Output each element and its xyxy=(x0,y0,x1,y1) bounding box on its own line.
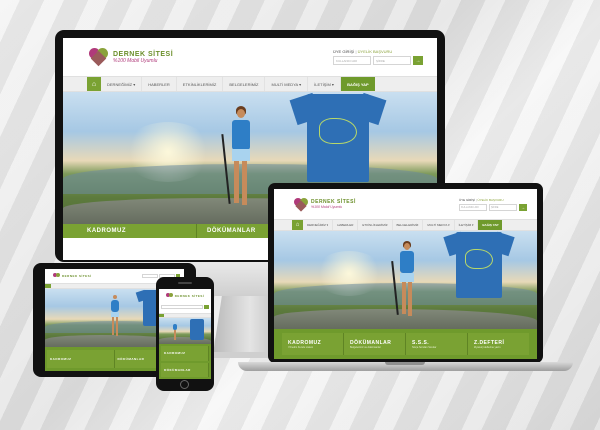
menu-toggle[interactable] xyxy=(164,314,211,317)
box-sss[interactable]: S.S.S. Sıkça Sorulan Sorular xyxy=(406,333,468,355)
tshirt-product xyxy=(443,231,515,299)
heart-logo-icon xyxy=(165,293,173,299)
nav-items[interactable] xyxy=(51,284,170,288)
box-zdefteri[interactable]: Z.DEFTERİ Ziyaretçi defterine yazın xyxy=(468,333,529,355)
login-row xyxy=(159,303,211,313)
login-links: ÜYE GİRİŞİ | ÜYELİK BAŞVURU xyxy=(459,198,531,202)
nav-item-iletisim[interactable]: İLETİŞİM ▾ xyxy=(308,77,341,91)
tshirt-product xyxy=(187,318,207,340)
feature-boxes: KADROMUZ Yönetim Kurulu Listesi DÖKÜMANL… xyxy=(274,329,537,359)
site-logo[interactable]: DERNEK SİTESİ %100 Mobil Uyumlu xyxy=(294,197,356,212)
box-dokumanlar[interactable]: DÖKÜMANLAR Belgelerimiz ve dokümanlar xyxy=(344,333,406,355)
home-icon[interactable]: ⌂ xyxy=(292,220,303,230)
login-separator: | xyxy=(355,49,357,54)
login-submit-button[interactable]: → xyxy=(519,203,527,211)
main-nav: ⌂ DERNEĞİMİZ ▾ HABERLER ETKİNLİKLERİMİZ … xyxy=(63,76,437,92)
username-input[interactable] xyxy=(142,274,158,278)
nav-item-haberler[interactable]: HABERLER xyxy=(333,220,359,230)
nav-item-haberler[interactable]: HABERLER xyxy=(142,77,177,91)
phone-home-button[interactable] xyxy=(180,380,189,389)
login-row: KULLANICI ADI ŞİFRE → xyxy=(333,56,431,65)
site-header: DERNEK SİTESİ %100 Mobil Uyumlu ÜYE GİRİ… xyxy=(63,38,437,76)
site-logo[interactable]: DERNEK SİTESİ %100 Mobil Uyumlu xyxy=(89,48,174,67)
laptop-notch xyxy=(385,362,425,365)
login-submit-button[interactable]: → xyxy=(413,56,423,65)
box-title: DÖKÜMANLAR xyxy=(164,367,191,372)
box-kadromuz[interactable]: KADROMUZ xyxy=(63,224,197,238)
hiker-figure xyxy=(171,322,179,342)
tshirt-product xyxy=(289,92,387,182)
hiker-figure xyxy=(221,106,261,224)
login-box: ÜYE GİRİŞİ | ÜYELİK BAŞVURU KULLANICI AD… xyxy=(459,198,531,211)
donate-button[interactable]: BAĞIŞ YAP xyxy=(340,77,375,91)
site-logo[interactable]: DERNEK SİTESİ xyxy=(53,273,92,279)
nav-item-multimedya[interactable]: MULTİ MEDYA ▾ xyxy=(265,77,309,91)
box-subtitle: Ziyaretçi defterine yazın xyxy=(474,345,501,349)
login-link[interactable]: ÜYE GİRİŞİ xyxy=(459,198,475,202)
logo-name: DERNEK SİTESİ xyxy=(113,50,174,58)
hiker-figure xyxy=(391,241,422,329)
logo-tagline: %100 Mobil Uyumlu xyxy=(311,205,343,209)
heart-logo-icon xyxy=(89,48,109,67)
main-nav: ⌂ DERNEĞİMİZ ▾ HABERLER ETKİNLİKLERİMİZ … xyxy=(274,219,537,231)
box-subtitle: Yönetim Kurulu Listesi xyxy=(288,345,313,349)
nav-item-etkinlikler[interactable]: ETKİNLİKLERİMİZ xyxy=(177,77,224,91)
logo-name: DERNEK SİTESİ xyxy=(62,274,92,278)
username-input[interactable]: KULLANICI ADI xyxy=(333,56,371,65)
box-kadromuz[interactable]: KADROMUZ xyxy=(161,346,209,361)
login-link[interactable]: ÜYE GİRİŞİ xyxy=(333,49,354,54)
hero-slider[interactable] xyxy=(159,318,211,344)
nav-item-belgeler[interactable]: BELGELERİMİZ xyxy=(393,220,424,230)
logo-tagline: %100 Mobil Uyumlu xyxy=(113,57,158,64)
box-title: KADROMUZ xyxy=(50,357,72,361)
laptop-screen: DERNEK SİTESİ %100 Mobil Uyumlu ÜYE GİRİ… xyxy=(274,189,537,359)
nav-item-dernegimiz[interactable]: DERNEĞİMİZ ▾ xyxy=(101,77,143,91)
login-submit-button[interactable] xyxy=(204,305,209,309)
logo-name: DERNEK SİTESİ xyxy=(174,294,205,298)
login-links: ÜYE GİRİŞİ | ÜYELİK BAŞVURU xyxy=(333,49,431,54)
login-box: ÜYE GİRİŞİ | ÜYELİK BAŞVURU KULLANICI AD… xyxy=(333,49,431,65)
phone-speaker xyxy=(178,282,192,284)
box-kadromuz[interactable]: KADROMUZ Yönetim Kurulu Listesi xyxy=(282,333,344,355)
password-input[interactable]: ŞİFRE xyxy=(373,56,411,65)
hero-slider[interactable] xyxy=(274,231,537,329)
nav-item-multimedya[interactable]: MULTİ MEDYA ▾ xyxy=(423,220,455,230)
home-icon[interactable]: ⌂ xyxy=(87,77,101,91)
phone-screen: DERNEK SİTESİ KADROMUZ DÖKÜMANLAR xyxy=(159,289,211,379)
box-dokumanlar[interactable]: DÖKÜMANLAR xyxy=(161,362,209,377)
register-link[interactable]: ÜYELİK BAŞVURU xyxy=(477,198,503,202)
feature-boxes: KADROMUZ DÖKÜMANLAR xyxy=(159,344,211,379)
box-kadromuz[interactable]: KADROMUZ xyxy=(47,350,115,368)
hiker-figure xyxy=(107,295,123,345)
nav-item-dernegimiz[interactable]: DERNEĞİMİZ ▾ xyxy=(303,220,334,230)
register-link[interactable]: ÜYELİK BAŞVURU xyxy=(358,49,393,54)
username-input[interactable]: KULLANICI ADI xyxy=(459,203,487,211)
box-title: KADROMUZ xyxy=(164,351,186,356)
password-input[interactable]: ŞİFRE xyxy=(489,203,517,211)
phone: DERNEK SİTESİ KADROMUZ DÖKÜMANLAR xyxy=(156,277,214,391)
site-logo[interactable]: DERNEK SİTESİ xyxy=(165,293,205,299)
nav-item-belgeler[interactable]: BELGELERİMİZ xyxy=(223,77,266,91)
site-header: DERNEK SİTESİ xyxy=(159,289,211,303)
nav-item-iletisim[interactable]: İLETİŞİM ▾ xyxy=(455,220,479,230)
box-subtitle: Belgelerimiz ve dokümanlar xyxy=(350,345,381,349)
site-header: DERNEK SİTESİ %100 Mobil Uyumlu ÜYE GİRİ… xyxy=(274,189,537,219)
username-input[interactable] xyxy=(161,305,203,309)
donate-button[interactable]: BAĞIŞ YAP xyxy=(478,220,503,230)
box-title: KADROMUZ xyxy=(87,228,126,234)
laptop: DERNEK SİTESİ %100 Mobil Uyumlu ÜYE GİRİ… xyxy=(268,183,543,363)
heart-logo-icon xyxy=(53,273,60,279)
login-row: KULLANICI ADI ŞİFRE → xyxy=(459,203,531,211)
box-subtitle: Sıkça Sorulan Sorular xyxy=(412,345,437,349)
heart-logo-icon xyxy=(294,197,308,212)
nav-item-etkinlikler[interactable]: ETKİNLİKLERİMİZ xyxy=(358,220,393,230)
